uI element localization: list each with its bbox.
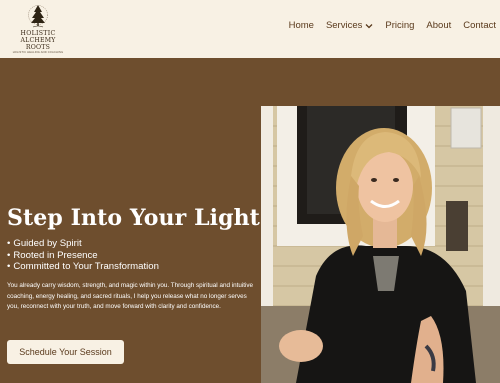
logo-tagline: HOLISTIC HEALING AND COACHING [12,51,64,54]
main-nav: Home Services Pricing About Contact [277,20,496,31]
nav-services[interactable]: Services [326,20,373,31]
chevron-down-icon [365,23,373,28]
logo-text-line2: ALCHEMY ROOTS [20,37,56,51]
hero-bullet: Guided by Spirit [7,238,159,250]
schedule-session-button[interactable]: Schedule Your Session [7,340,124,364]
hero-bullet: Committed to Your Transformation [7,261,159,273]
hero-description: You already carry wisdom, strength, and … [7,282,254,310]
nav-about[interactable]: About [426,20,451,31]
nav-contact[interactable]: Contact [463,20,496,31]
logo-text-line1: HOLISTIC [20,30,56,37]
nav-pricing[interactable]: Pricing [385,20,414,31]
nav-home[interactable]: Home [289,20,314,31]
tree-icon [28,5,48,28]
hero-bullet: Rooted in Presence [7,250,159,262]
site-header: HOLISTIC ALCHEMY ROOTS HOLISTIC HEALING … [0,0,500,58]
nav-services-label: Services [325,20,363,31]
hero-bullet-list: Guided by Spirit Rooted in Presence Comm… [7,238,159,273]
hero-title: Step Into Your Light [7,205,260,231]
hero-photo [261,106,500,383]
logo[interactable]: HOLISTIC ALCHEMY ROOTS HOLISTIC HEALING … [10,3,66,54]
